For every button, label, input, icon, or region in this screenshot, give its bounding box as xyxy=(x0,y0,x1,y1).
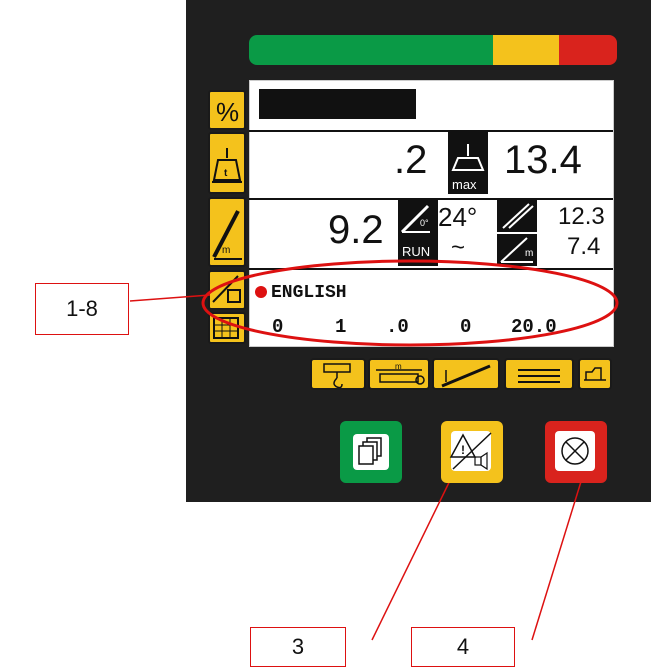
tab-menu[interactable] xyxy=(208,270,246,310)
boom-length-icon-box xyxy=(497,200,537,232)
wave-symbol: ~ xyxy=(451,234,466,261)
code-digit: 1 xyxy=(335,316,347,338)
max-load-icon xyxy=(451,144,485,171)
softkey-stack[interactable] xyxy=(504,358,574,390)
code-digit: 20.0 xyxy=(511,316,557,338)
softkey-outriggers[interactable]: m xyxy=(368,358,430,390)
row-divider xyxy=(249,130,613,132)
boom-length-icon: m xyxy=(212,210,242,260)
svg-text:t: t xyxy=(224,168,228,179)
warning-mute-button[interactable]: ! xyxy=(441,421,503,483)
boom-height-icon-box: m xyxy=(497,234,537,266)
cancel-circle-x-icon xyxy=(561,437,589,465)
code-digit: 0 xyxy=(272,316,284,338)
hook-icon xyxy=(323,363,351,389)
callout-4: 4 xyxy=(411,627,515,667)
percent-icon: % xyxy=(216,97,240,127)
blank-field xyxy=(259,89,416,119)
max-label: max xyxy=(452,177,477,192)
grid-icon xyxy=(213,317,239,339)
max-load-value: 13.4 xyxy=(504,138,582,182)
callout-label: 1-8 xyxy=(66,296,98,321)
load-weight-icon: t xyxy=(212,148,242,183)
status-bar-red xyxy=(559,35,617,65)
svg-text:m: m xyxy=(395,362,402,371)
boom-angle-icon xyxy=(400,204,430,234)
angle-degree-label: 0° xyxy=(420,218,429,228)
svg-text:m: m xyxy=(222,245,230,256)
length-value: 12.3 xyxy=(558,203,605,230)
tab-percent[interactable]: % xyxy=(208,90,246,130)
callout-1-8: 1-8 xyxy=(35,283,129,335)
radius-value: 9.2 xyxy=(328,208,384,252)
row-divider xyxy=(249,268,613,270)
cancel-button[interactable] xyxy=(545,421,607,483)
pages-icon xyxy=(358,437,382,465)
tab-load[interactable]: t xyxy=(208,132,246,194)
stack-icon xyxy=(518,369,560,383)
callout-label: 4 xyxy=(456,634,470,659)
load-value: .2 xyxy=(394,138,428,182)
code-digit: .0 xyxy=(386,316,409,338)
callout-3: 3 xyxy=(250,627,346,667)
run-label: RUN xyxy=(402,244,431,259)
status-bar-green xyxy=(249,35,495,65)
height-unit: m xyxy=(525,248,534,259)
pages-button[interactable] xyxy=(340,421,402,483)
outrigger-width-icon: m xyxy=(376,362,425,385)
softkey-hook[interactable] xyxy=(310,358,366,390)
jib-icon xyxy=(441,364,491,388)
softkey-cab[interactable] xyxy=(578,358,612,390)
tab-grid[interactable] xyxy=(208,312,246,344)
max-load-icon-box: max xyxy=(448,132,488,194)
boom-extension-icon xyxy=(502,203,534,229)
menu-language-icon xyxy=(212,275,241,303)
height-value: 7.4 xyxy=(567,233,601,260)
code-digit: 0 xyxy=(460,316,472,338)
angle-value: 24° xyxy=(438,202,478,232)
language-value: ENGLISH xyxy=(271,283,347,303)
tab-boom[interactable]: m xyxy=(208,197,246,267)
angle-icon-box: 0° RUN xyxy=(398,200,438,266)
svg-text:!: ! xyxy=(461,443,465,457)
softkey-jib[interactable] xyxy=(432,358,500,390)
cab-icon xyxy=(584,367,606,381)
status-bar-yellow xyxy=(493,35,559,65)
callout-label: 3 xyxy=(291,634,305,659)
warning-mute-icon: ! xyxy=(449,432,492,471)
